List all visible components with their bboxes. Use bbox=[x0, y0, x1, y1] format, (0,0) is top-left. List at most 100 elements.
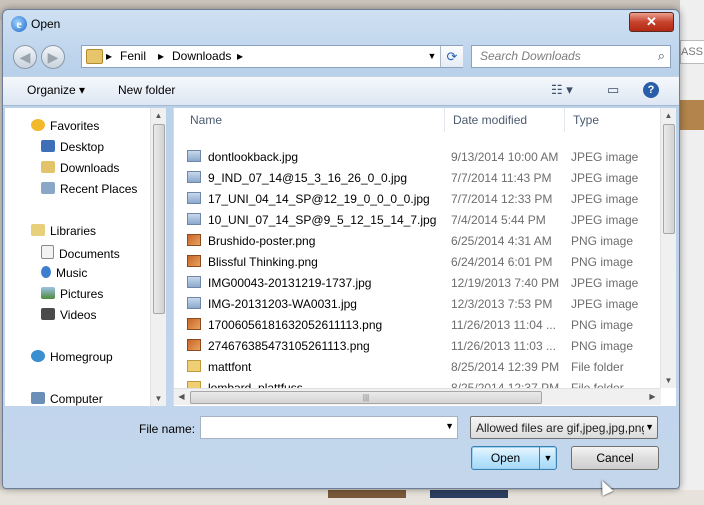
recent-places-icon bbox=[41, 182, 55, 194]
file-row[interactable]: 17006056181632052611113.png 11/26/2013 11… bbox=[182, 314, 652, 335]
background-page-right: ASS bbox=[680, 0, 704, 505]
close-button[interactable]: ✕ bbox=[629, 12, 674, 32]
refresh-icon[interactable]: ⟳ bbox=[440, 46, 463, 67]
scroll-down-icon[interactable]: ▼ bbox=[151, 391, 166, 406]
file-name: mattfont bbox=[208, 360, 252, 374]
sidebar-item-recent-places[interactable]: Recent Places bbox=[41, 182, 137, 196]
forward-button[interactable]: ▶ bbox=[41, 45, 65, 69]
new-folder-button[interactable]: New folder bbox=[118, 83, 175, 97]
file-row[interactable]: mattfont 8/25/2014 12:39 PM File folder bbox=[182, 356, 652, 377]
image-file-icon bbox=[187, 339, 201, 351]
search-icon[interactable]: ⌕ bbox=[658, 48, 665, 64]
file-row[interactable]: Blissful Thinking.png 6/24/2014 6:01 PM PN… bbox=[182, 251, 652, 272]
address-bar[interactable]: ▸ Fenil ▸ Downloads ▸ ▼ ⟳ bbox=[81, 45, 463, 68]
open-button[interactable]: Open ▼ bbox=[471, 446, 557, 470]
sidebar-computer[interactable]: Computer bbox=[31, 392, 103, 406]
sidebar-item-pictures[interactable]: Pictures bbox=[41, 287, 103, 301]
image-file-icon bbox=[187, 318, 201, 330]
image-file-icon bbox=[187, 171, 201, 183]
file-row[interactable]: IMG-20131203-WA0031.jpg 12/3/2013 7:53 PM… bbox=[182, 293, 652, 314]
sidebar-libraries[interactable]: Libraries bbox=[31, 224, 96, 238]
scroll-up-icon[interactable]: ▲ bbox=[151, 108, 166, 123]
column-header-date[interactable]: Date modified bbox=[445, 108, 565, 132]
sidebar-item-documents[interactable]: Documents bbox=[41, 245, 120, 261]
sidebar-item-downloads[interactable]: Downloads bbox=[41, 161, 119, 175]
background-tab: ASS bbox=[680, 40, 704, 64]
nav-pane-scrollbar[interactable]: ▲ ▼ bbox=[150, 108, 166, 406]
sidebar-item-desktop[interactable]: Desktop bbox=[41, 140, 104, 154]
file-name: Blissful Thinking.png bbox=[208, 255, 318, 269]
file-name: Brushido-poster.png bbox=[208, 234, 316, 248]
breadcrumb-fenil[interactable]: Fenil bbox=[120, 49, 146, 63]
file-list-vertical-scrollbar[interactable]: ▲ ▼ bbox=[660, 108, 676, 388]
help-icon[interactable]: ? bbox=[643, 82, 659, 98]
music-icon bbox=[41, 266, 51, 278]
file-name-label: File name: bbox=[139, 422, 196, 436]
breadcrumb-downloads[interactable]: Downloads bbox=[172, 49, 231, 63]
desktop-icon bbox=[41, 140, 55, 152]
file-name-input[interactable]: ▼ bbox=[200, 416, 458, 439]
back-button[interactable]: ◀ bbox=[13, 45, 37, 69]
homegroup-icon bbox=[31, 350, 45, 362]
preview-pane-icon[interactable]: ▭ bbox=[607, 82, 619, 98]
file-row[interactable]: 274676385473105261113.png 11/26/2013 11:0… bbox=[182, 335, 652, 356]
star-icon bbox=[31, 119, 45, 131]
file-list-horizontal-scrollbar[interactable]: ◀ ||| ▶ bbox=[174, 388, 661, 405]
image-file-icon bbox=[187, 213, 201, 225]
file-name-dropdown-icon[interactable]: ▼ bbox=[445, 421, 454, 431]
file-name: 274676385473105261113.png bbox=[208, 339, 370, 353]
file-type-filter[interactable]: Allowed files are gif,jpeg,jpg,png ▼ bbox=[470, 416, 658, 439]
libraries-icon bbox=[31, 224, 45, 236]
image-file-icon bbox=[187, 150, 201, 162]
scroll-thumb[interactable] bbox=[663, 124, 675, 234]
downloads-icon bbox=[41, 161, 55, 173]
image-file-icon bbox=[187, 276, 201, 288]
file-row[interactable]: 10_UNI_07_14_SP@9_5_12_15_14_7.jpg 7/4/20… bbox=[182, 209, 652, 230]
address-dropdown-icon[interactable]: ▼ bbox=[425, 46, 439, 67]
image-file-icon bbox=[187, 297, 201, 309]
dialog-title: Open bbox=[31, 17, 61, 31]
file-date: 12/19/2013 7:40 PM bbox=[451, 276, 560, 290]
file-row[interactable]: dontlookback.jpg 9/13/2014 10:00 AM JPEG i… bbox=[182, 146, 652, 167]
sidebar-homegroup[interactable]: Homegroup bbox=[31, 350, 113, 364]
file-date: 6/24/2014 6:01 PM bbox=[451, 255, 553, 269]
file-date: 9/13/2014 10:00 AM bbox=[451, 150, 559, 164]
file-row[interactable]: 9_IND_07_14@15_3_16_26_0_0.jpg 7/7/2014 1… bbox=[182, 167, 652, 188]
scroll-thumb[interactable]: ||| bbox=[190, 391, 542, 404]
file-date: 6/25/2014 4:31 AM bbox=[451, 234, 552, 248]
background-brown-block bbox=[680, 100, 704, 130]
file-type-filter-value: Allowed files are gif,jpeg,jpg,png bbox=[476, 421, 644, 435]
scroll-up-icon[interactable]: ▲ bbox=[661, 108, 676, 123]
crumb-separator-icon[interactable]: ▸ bbox=[237, 49, 243, 63]
organize-button[interactable]: Organize ▾ bbox=[27, 83, 85, 97]
image-file-icon bbox=[187, 255, 201, 267]
file-row[interactable]: Brushido-poster.png 6/25/2014 4:31 AM PNG … bbox=[182, 230, 652, 251]
search-box[interactable]: Search Downloads ⌕ bbox=[471, 45, 671, 68]
background-button-brown bbox=[328, 490, 406, 498]
background-page-bottom bbox=[0, 490, 704, 505]
file-date: 7/7/2014 12:33 PM bbox=[451, 192, 553, 206]
file-row[interactable]: 17_UNI_04_14_SP@12_19_0_0_0_0.jpg 7/7/201… bbox=[182, 188, 652, 209]
sidebar-item-videos[interactable]: Videos bbox=[41, 308, 96, 322]
scroll-thumb[interactable] bbox=[153, 124, 165, 314]
documents-icon bbox=[41, 245, 54, 259]
file-date: 11/26/2013 11:04 ... bbox=[451, 318, 556, 332]
column-header-name[interactable]: Name bbox=[182, 108, 445, 132]
title-bar[interactable]: e Open ✕ bbox=[3, 10, 679, 38]
cancel-button[interactable]: Cancel bbox=[571, 446, 659, 470]
sidebar-item-music[interactable]: Music bbox=[41, 266, 87, 280]
image-file-icon bbox=[187, 234, 201, 246]
image-file-icon bbox=[187, 192, 201, 204]
file-type: JPEG image bbox=[571, 171, 639, 185]
column-header-type[interactable]: Type bbox=[565, 108, 661, 132]
scroll-right-icon[interactable]: ▶ bbox=[645, 389, 660, 405]
file-row[interactable]: IMG00043-20131219-1737.jpg 12/19/2013 7:4… bbox=[182, 272, 652, 293]
scroll-left-icon[interactable]: ◀ bbox=[174, 389, 189, 405]
chevron-down-icon[interactable]: ▼ bbox=[645, 422, 654, 432]
scroll-down-icon[interactable]: ▼ bbox=[661, 373, 676, 388]
file-list: Name Date modified Type dontlookback.jpg… bbox=[173, 108, 676, 406]
open-split-dropdown-icon[interactable]: ▼ bbox=[539, 447, 556, 469]
file-name: 10_UNI_07_14_SP@9_5_12_15_14_7.jpg bbox=[208, 213, 437, 227]
view-options-icon[interactable]: ☷ ▾ bbox=[551, 82, 573, 98]
sidebar-favorites[interactable]: Favorites bbox=[31, 119, 99, 133]
